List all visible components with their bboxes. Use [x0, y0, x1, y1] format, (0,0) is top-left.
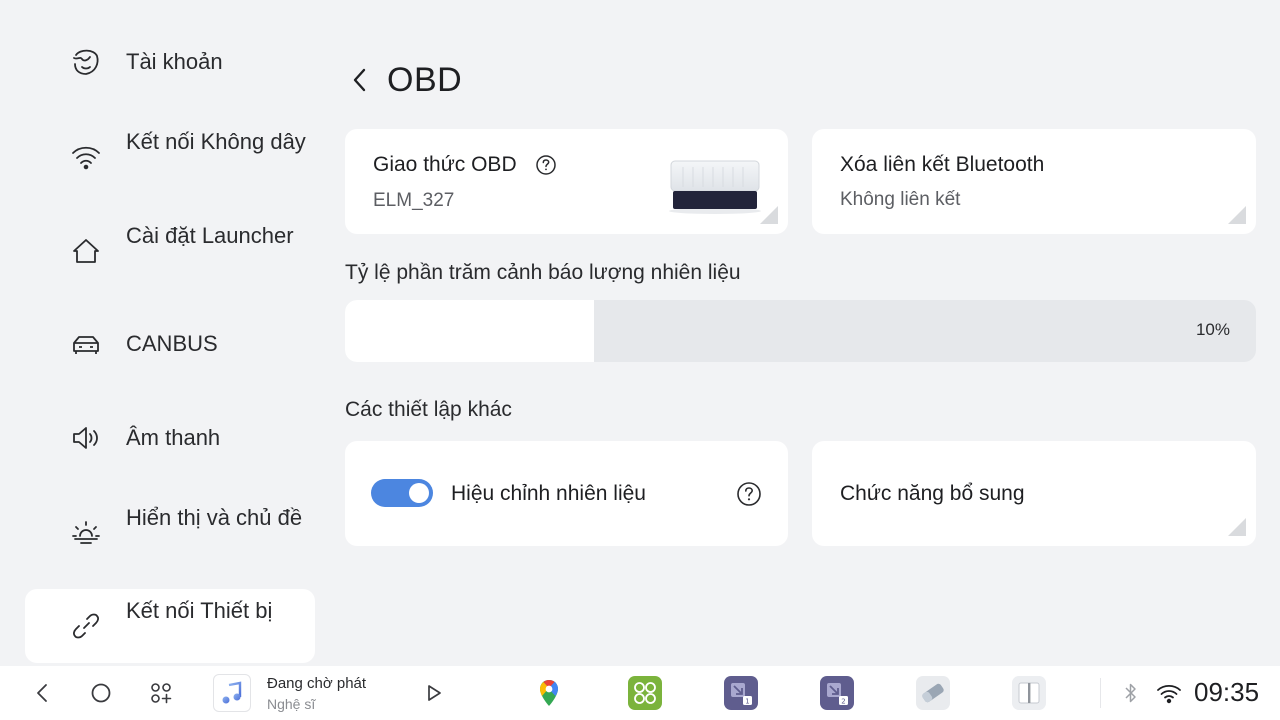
toggle-knob — [409, 483, 429, 503]
bluetooth-unlink-card[interactable]: Xóa liên kết Bluetooth Không liên kết — [812, 129, 1256, 234]
sidebar-item-sound[interactable]: Âm thanh — [25, 412, 315, 464]
app-grid-launcher-icon[interactable] — [628, 676, 662, 710]
bluetooth-unlink-title: Xóa liên kết Bluetooth — [840, 153, 1045, 176]
expand-corner-icon — [1228, 206, 1246, 224]
media-artist: Nghệ sĩ — [267, 696, 316, 712]
clock: 09:35 — [1194, 677, 1260, 707]
link-icon — [69, 609, 103, 643]
svg-text:2: 2 — [841, 698, 845, 706]
chevron-left-icon — [37, 684, 47, 702]
sidebar-item-wireless[interactable]: Kết nối Không dây — [25, 124, 315, 190]
media-title: Đang chờ phát — [267, 675, 367, 692]
sidebar-item-account[interactable]: Tài khoản — [25, 36, 315, 88]
taskbar-divider — [1100, 678, 1101, 708]
media-artwork[interactable] — [213, 674, 251, 712]
fuel-warning-value: 10% — [1195, 320, 1230, 339]
sidebar-item-label: Hiển thị và chủ đề — [126, 505, 303, 530]
extra-functions-label: Chức năng bổ sung — [840, 482, 1025, 505]
sidebar-item-launcher[interactable]: Cài đặt Launcher — [25, 218, 315, 284]
brightness-icon — [69, 516, 103, 550]
slider-fill — [345, 300, 594, 362]
split-screen-2-icon[interactable]: 2 — [820, 676, 854, 710]
sidebar-item-display[interactable]: Hiển thị và chủ đề — [25, 500, 315, 566]
obd-protocol-value: ELM_327 — [373, 190, 455, 211]
fuel-calibration-label: Hiệu chỉnh nhiên liệu — [451, 482, 646, 505]
nav-back-button[interactable] — [28, 666, 56, 720]
home-circle-icon — [91, 683, 111, 703]
wifi-icon — [69, 140, 103, 174]
sidebar-item-label: Kết nối Thiết bị — [126, 598, 273, 623]
other-settings-label: Các thiết lập khác — [345, 398, 512, 421]
help-circle-icon[interactable] — [736, 481, 762, 512]
nav-apps-button[interactable] — [146, 666, 176, 720]
sidebar-item-label: Âm thanh — [126, 425, 221, 450]
nav-home-button[interactable] — [86, 666, 116, 720]
obd-device-image — [667, 157, 763, 215]
music-note-icon — [222, 681, 242, 704]
split-view-icon[interactable] — [1012, 676, 1046, 710]
expand-corner-icon — [1228, 518, 1246, 536]
taskbar: Đang chờ phát Nghệ sĩ 1 2 09:35 — [0, 666, 1280, 720]
apps-grid-icon — [151, 683, 172, 704]
expand-corner-icon — [760, 206, 778, 224]
fuel-calibration-toggle[interactable] — [371, 479, 433, 507]
page-title: OBD — [387, 60, 463, 99]
chevron-left-icon — [353, 68, 366, 92]
fuel-warning-label: Tỷ lệ phần trăm cảnh báo lượng nhiên liệ… — [345, 261, 741, 284]
sidebar-item-canbus[interactable]: CANBUS — [25, 318, 315, 370]
back-button[interactable] — [345, 58, 375, 102]
sidebar-item-label: CANBUS — [126, 331, 218, 356]
sidebar-item-device-connection[interactable]: Kết nối Thiết bị — [25, 589, 315, 663]
media-play-button[interactable] — [420, 666, 448, 720]
help-circle-icon[interactable] — [535, 154, 557, 181]
split-screen-1-icon[interactable]: 1 — [724, 676, 758, 710]
maps-app-icon[interactable] — [532, 676, 566, 710]
sidebar-item-label: Cài đặt Launcher — [126, 223, 294, 248]
wifi-status-icon[interactable] — [1154, 666, 1184, 720]
speaker-icon — [69, 421, 103, 455]
sidebar-item-label: Kết nối Không dây — [126, 129, 306, 154]
home-icon — [69, 234, 103, 268]
svg-text:1: 1 — [745, 698, 749, 706]
extra-functions-card[interactable]: Chức năng bổ sung — [812, 441, 1256, 546]
fuel-calibration-card: Hiệu chỉnh nhiên liệu — [345, 441, 788, 546]
car-icon — [69, 327, 103, 361]
account-icon — [69, 45, 103, 79]
bluetooth-icon[interactable] — [1120, 666, 1142, 720]
obd-protocol-card[interactable]: Giao thức OBD ELM_327 — [345, 129, 788, 234]
page-header: OBD — [345, 58, 462, 102]
play-icon — [428, 685, 441, 701]
sidebar-item-label: Tài khoản — [126, 49, 223, 74]
eraser-app-icon[interactable] — [916, 676, 950, 710]
fuel-warning-slider[interactable]: 10% — [345, 300, 1256, 362]
obd-protocol-title: Giao thức OBD — [373, 153, 517, 176]
bluetooth-unlink-status: Không liên kết — [840, 189, 961, 210]
